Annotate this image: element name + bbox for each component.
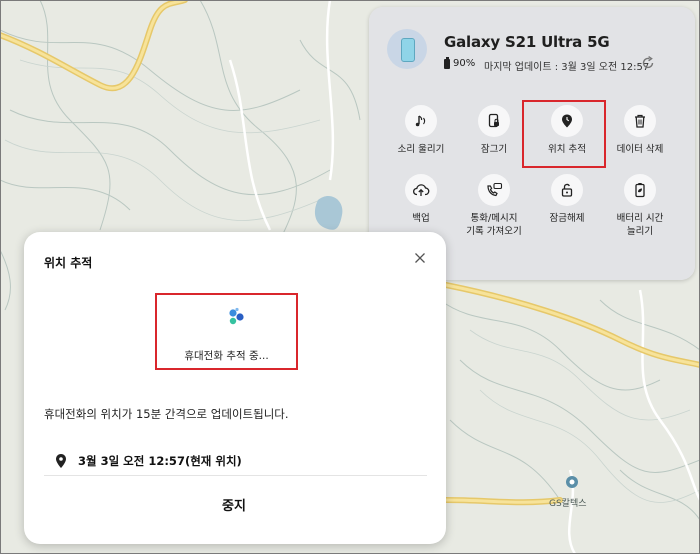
unlock-icon [551, 174, 583, 206]
cloud-upload-icon [405, 174, 437, 206]
tracking-status-box: 휴대전화 추적 중... [155, 293, 298, 370]
close-icon[interactable] [412, 250, 428, 266]
unlock-button[interactable]: 잠금해제 [528, 174, 606, 225]
action-label: 잠금해제 [549, 213, 585, 224]
stop-button[interactable]: 중지 [184, 495, 284, 514]
action-label: 백업 [412, 213, 430, 224]
action-label: 통화/메시지 기록 가져오기 [466, 213, 522, 237]
ring-button[interactable]: 소리 울리기 [382, 105, 460, 156]
lock-phone-icon [478, 105, 510, 137]
battery-icon [444, 56, 450, 69]
battery-saver-icon [624, 174, 656, 206]
current-location-row[interactable]: 3월 3일 오전 12:57(현재 위치) [54, 453, 242, 469]
battery-level: 90% [453, 58, 476, 69]
poi-label[interactable]: GS칼텍스 [549, 496, 587, 509]
trash-icon [624, 105, 656, 137]
highlight-box [522, 100, 606, 168]
call-log-button[interactable]: 통화/메시지 기록 가져오기 [455, 174, 533, 238]
refresh-icon[interactable] [640, 55, 656, 71]
divider [44, 475, 427, 476]
action-label: 소리 울리기 [397, 144, 445, 155]
action-label: 데이터 삭제 [616, 144, 664, 155]
phone-icon [401, 38, 415, 62]
battery-status: 90% [444, 56, 476, 69]
location-tracking-dialog: 위치 추적 휴대전화 추적 중... 휴대전화의 위치가 15분 간격으로 업데… [24, 232, 446, 544]
phone-avatar [387, 29, 427, 69]
location-pin-icon [56, 454, 66, 468]
update-interval-notice: 휴대전화의 위치가 15분 간격으로 업데이트됩니다. [44, 407, 289, 421]
call-message-icon [478, 174, 510, 206]
current-location-time: 3월 3일 오전 12:57(현재 위치) [78, 454, 242, 468]
action-label: 배터리 시간 늘리기 [616, 213, 664, 237]
battery-saver-button[interactable]: 배터리 시간 늘리기 [601, 174, 679, 238]
dialog-title: 위치 추적 [44, 256, 93, 270]
tracking-status-text: 휴대전화 추적 중... [184, 350, 269, 362]
device-name: Galaxy S21 Ultra 5G [444, 33, 610, 51]
backup-button[interactable]: 백업 [382, 174, 460, 225]
loading-spinner-icon [229, 307, 244, 325]
erase-data-button[interactable]: 데이터 삭제 [601, 105, 679, 156]
music-note-icon [405, 105, 437, 137]
last-update: 마지막 업데이트 : 3월 3일 오전 12:57 [484, 62, 650, 73]
